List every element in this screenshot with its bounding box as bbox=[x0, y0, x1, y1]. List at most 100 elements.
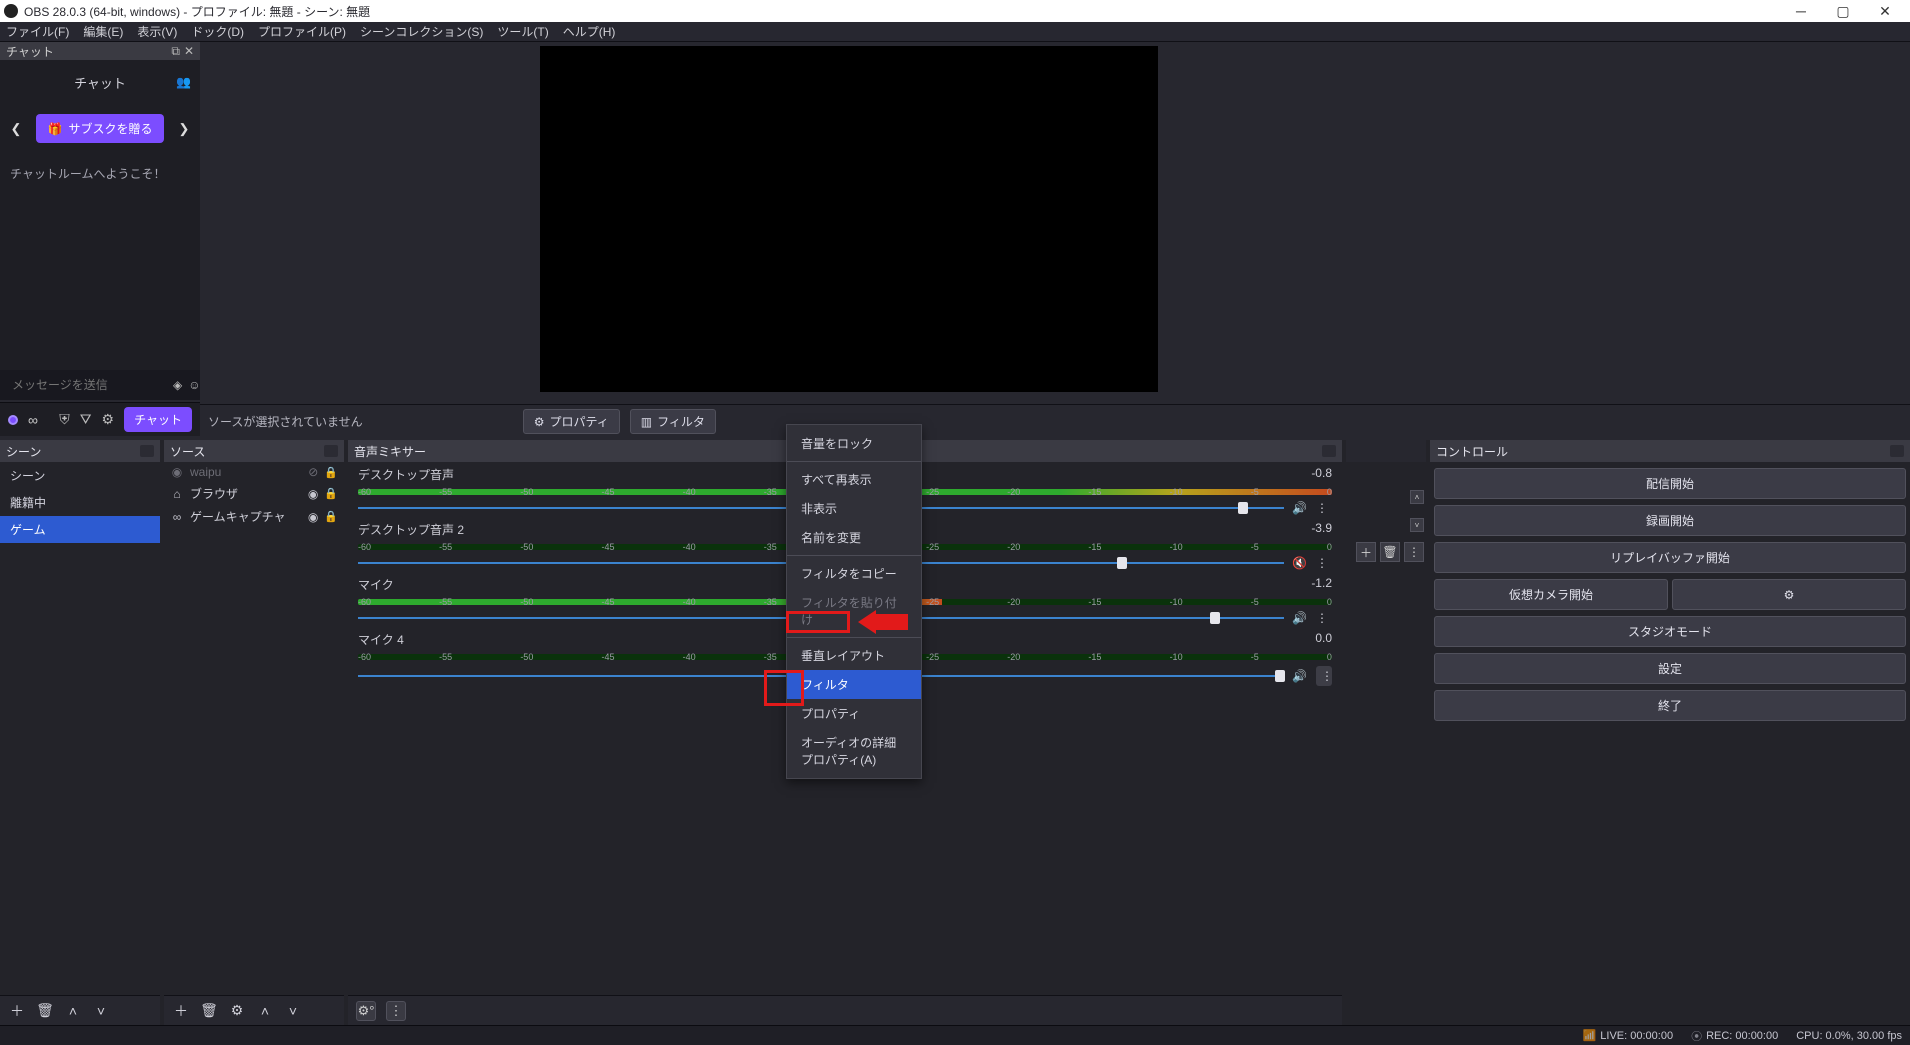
context-menu-item[interactable]: 音量をロック bbox=[787, 429, 921, 458]
dock-popout-icon[interactable] bbox=[1890, 445, 1904, 457]
chat-next-button[interactable]: ❯ bbox=[174, 121, 194, 137]
chat-send-button[interactable]: チャット bbox=[124, 407, 192, 432]
menu-tools[interactable]: ツール(T) bbox=[497, 23, 548, 40]
replay-buffer-button[interactable]: リプレイバッファ開始 bbox=[1434, 542, 1906, 573]
chat-panel: チャット 👥 ❮ 🎁 サブスクを贈る ❯ チャットルームへようこそ！ bbox=[0, 60, 200, 390]
transition-spinner-up[interactable]: ˄ bbox=[1410, 490, 1424, 504]
virtual-cam-settings-button[interactable]: ⚙ bbox=[1672, 579, 1906, 610]
chat-emote-icon[interactable]: ☺ bbox=[188, 378, 200, 392]
source-visibility-icon[interactable]: ⊘ bbox=[308, 465, 318, 479]
chat-filter-icon[interactable]: ⛛ bbox=[80, 411, 92, 428]
speaker-icon[interactable]: 🔊 bbox=[1292, 669, 1308, 683]
source-add-button[interactable]: ＋ bbox=[172, 1002, 190, 1020]
dock-close-icon[interactable]: ✕ bbox=[184, 44, 194, 58]
sources-dock-header[interactable]: ソース bbox=[164, 440, 344, 462]
sources-footer: ＋ 🗑 ⚙ ˄ ˅ bbox=[164, 995, 344, 1025]
dock-popout-icon[interactable] bbox=[140, 445, 154, 457]
studio-mode-button[interactable]: スタジオモード bbox=[1434, 616, 1906, 647]
source-item[interactable]: ∞ ゲームキャプチャ ◉ 🔒 bbox=[164, 505, 344, 528]
channel-menu-button[interactable]: ⋮ bbox=[1316, 556, 1332, 570]
source-toolbar: ソースが選択されていません ⚙プロパティ ▥フィルタ bbox=[200, 404, 1910, 438]
scenes-dock-header[interactable]: シーン bbox=[0, 440, 160, 462]
context-menu-item[interactable]: フィルタをコピー bbox=[787, 559, 921, 588]
controls-dock-header[interactable]: コントロール bbox=[1430, 440, 1910, 462]
transition-menu-button[interactable]: ⋮ bbox=[1404, 542, 1424, 562]
scene-item[interactable]: ゲーム bbox=[0, 516, 160, 543]
channel-menu-button[interactable]: ⋮ bbox=[1316, 666, 1332, 686]
close-window-button[interactable]: ✕ bbox=[1864, 3, 1906, 20]
transition-add-button[interactable]: ＋ bbox=[1356, 542, 1376, 562]
context-menu-item[interactable]: 垂直レイアウト bbox=[787, 641, 921, 670]
scene-item[interactable]: 離籍中 bbox=[0, 489, 160, 516]
virtual-cam-button[interactable]: 仮想カメラ開始 bbox=[1434, 579, 1668, 610]
context-menu-item[interactable]: フィルタ bbox=[787, 670, 921, 699]
mixer-advanced-button[interactable]: ⚙° bbox=[356, 1001, 376, 1021]
channel-menu-button[interactable]: ⋮ bbox=[1316, 501, 1332, 515]
transition-spinner-down[interactable]: ˅ bbox=[1410, 518, 1424, 532]
dock-popout-icon[interactable] bbox=[324, 445, 338, 457]
scenes-list: シーン離籍中ゲーム bbox=[0, 462, 160, 995]
chat-dock: チャット ⧉ ✕ チャット 👥 ❮ 🎁 サブスクを贈る ❯ チャットルームへよう… bbox=[0, 42, 200, 390]
scene-up-button[interactable]: ˄ bbox=[64, 1002, 82, 1020]
properties-button[interactable]: ⚙プロパティ bbox=[523, 409, 620, 434]
controls-dock: コントロール 配信開始 録画開始 リプレイバッファ開始 仮想カメラ開始 ⚙ スタ… bbox=[1430, 440, 1910, 1025]
speaker-icon[interactable]: 🔊 bbox=[1292, 501, 1308, 515]
channel-menu-button[interactable]: ⋮ bbox=[1316, 611, 1332, 625]
menu-dock[interactable]: ドック(D) bbox=[191, 23, 244, 40]
source-lock-icon[interactable]: 🔒 bbox=[324, 510, 338, 523]
scene-down-button[interactable]: ˅ bbox=[92, 1002, 110, 1020]
scene-item[interactable]: シーン bbox=[0, 462, 160, 489]
source-down-button[interactable]: ˅ bbox=[284, 1002, 302, 1020]
dock-popout-icon[interactable]: ⧉ bbox=[171, 44, 180, 59]
context-menu-item[interactable]: 名前を変更 bbox=[787, 523, 921, 552]
chat-shield-icon[interactable]: ⛨ bbox=[59, 411, 70, 428]
scene-remove-button[interactable]: 🗑 bbox=[36, 1002, 54, 1020]
menu-file[interactable]: ファイル(F) bbox=[6, 23, 69, 40]
menu-scene-collection[interactable]: シーンコレクション(S) bbox=[360, 23, 483, 40]
source-up-button[interactable]: ˄ bbox=[256, 1002, 274, 1020]
chat-dock-header[interactable]: チャット ⧉ ✕ bbox=[0, 42, 200, 60]
exit-button[interactable]: 終了 bbox=[1434, 690, 1906, 721]
chat-prev-button[interactable]: ❮ bbox=[6, 121, 26, 137]
source-visibility-icon[interactable]: ◉ bbox=[308, 487, 318, 501]
maximize-button[interactable]: ▢ bbox=[1822, 3, 1864, 20]
source-item[interactable]: ◉ waipu ⊘ 🔒 bbox=[164, 462, 344, 482]
source-props-button[interactable]: ⚙ bbox=[228, 1002, 246, 1020]
menu-edit[interactable]: 編集(E) bbox=[83, 23, 123, 40]
scene-add-button[interactable]: ＋ bbox=[8, 1002, 26, 1020]
source-remove-button[interactable]: 🗑 bbox=[200, 1002, 218, 1020]
speaker-muted-icon[interactable]: 🔇 bbox=[1292, 556, 1308, 570]
signal-icon: 📶 bbox=[1583, 1029, 1597, 1042]
chat-input[interactable] bbox=[12, 378, 167, 392]
context-menu-item[interactable]: プロパティ bbox=[787, 699, 921, 728]
menu-profile[interactable]: プロファイル(P) bbox=[258, 23, 346, 40]
settings-button[interactable]: 設定 bbox=[1434, 653, 1906, 684]
chat-points-icon[interactable] bbox=[8, 415, 18, 425]
source-item[interactable]: ⌂ ブラウザ ◉ 🔒 bbox=[164, 482, 344, 505]
title-bar: OBS 28.0.3 (64-bit, windows) - プロファイル: 無… bbox=[0, 0, 1910, 22]
chat-bits-icon[interactable]: ◈ bbox=[173, 378, 182, 392]
source-lock-icon[interactable]: 🔒 bbox=[324, 487, 338, 500]
context-menu-item[interactable]: すべて再表示 bbox=[787, 465, 921, 494]
bottom-docks: シーン シーン離籍中ゲーム ＋ 🗑 ˄ ˅ ソース ◉ waipu ⊘ 🔒⌂ ブ… bbox=[0, 440, 1910, 1025]
chat-users-icon[interactable]: 👥 bbox=[176, 75, 194, 89]
source-visibility-icon[interactable]: ◉ bbox=[308, 510, 318, 524]
gift-sub-button[interactable]: 🎁 サブスクを贈る bbox=[36, 114, 165, 143]
start-stream-button[interactable]: 配信開始 bbox=[1434, 468, 1906, 499]
minimize-button[interactable]: ─ bbox=[1780, 3, 1822, 19]
preview-canvas[interactable] bbox=[540, 46, 1158, 392]
chat-infinity-icon: ∞ bbox=[28, 412, 38, 428]
filters-button[interactable]: ▥フィルタ bbox=[630, 409, 716, 434]
context-menu-item[interactable]: オーディオの詳細プロパティ(A) bbox=[787, 728, 921, 774]
start-record-button[interactable]: 録画開始 bbox=[1434, 505, 1906, 536]
transition-remove-button[interactable]: 🗑 bbox=[1380, 542, 1400, 562]
menu-view[interactable]: 表示(V) bbox=[137, 23, 177, 40]
mixer-menu-button[interactable]: ⋮ bbox=[386, 1001, 406, 1021]
menu-help[interactable]: ヘルプ(H) bbox=[563, 23, 616, 40]
chat-settings-icon[interactable]: ⚙ bbox=[102, 411, 115, 428]
chat-bottom-toolbar: ∞ ⛨ ⛛ ⚙ チャット bbox=[0, 402, 200, 436]
dock-popout-icon[interactable] bbox=[1322, 445, 1336, 457]
context-menu-item[interactable]: 非表示 bbox=[787, 494, 921, 523]
source-lock-icon[interactable]: 🔒 bbox=[324, 466, 338, 479]
speaker-icon[interactable]: 🔊 bbox=[1292, 611, 1308, 625]
